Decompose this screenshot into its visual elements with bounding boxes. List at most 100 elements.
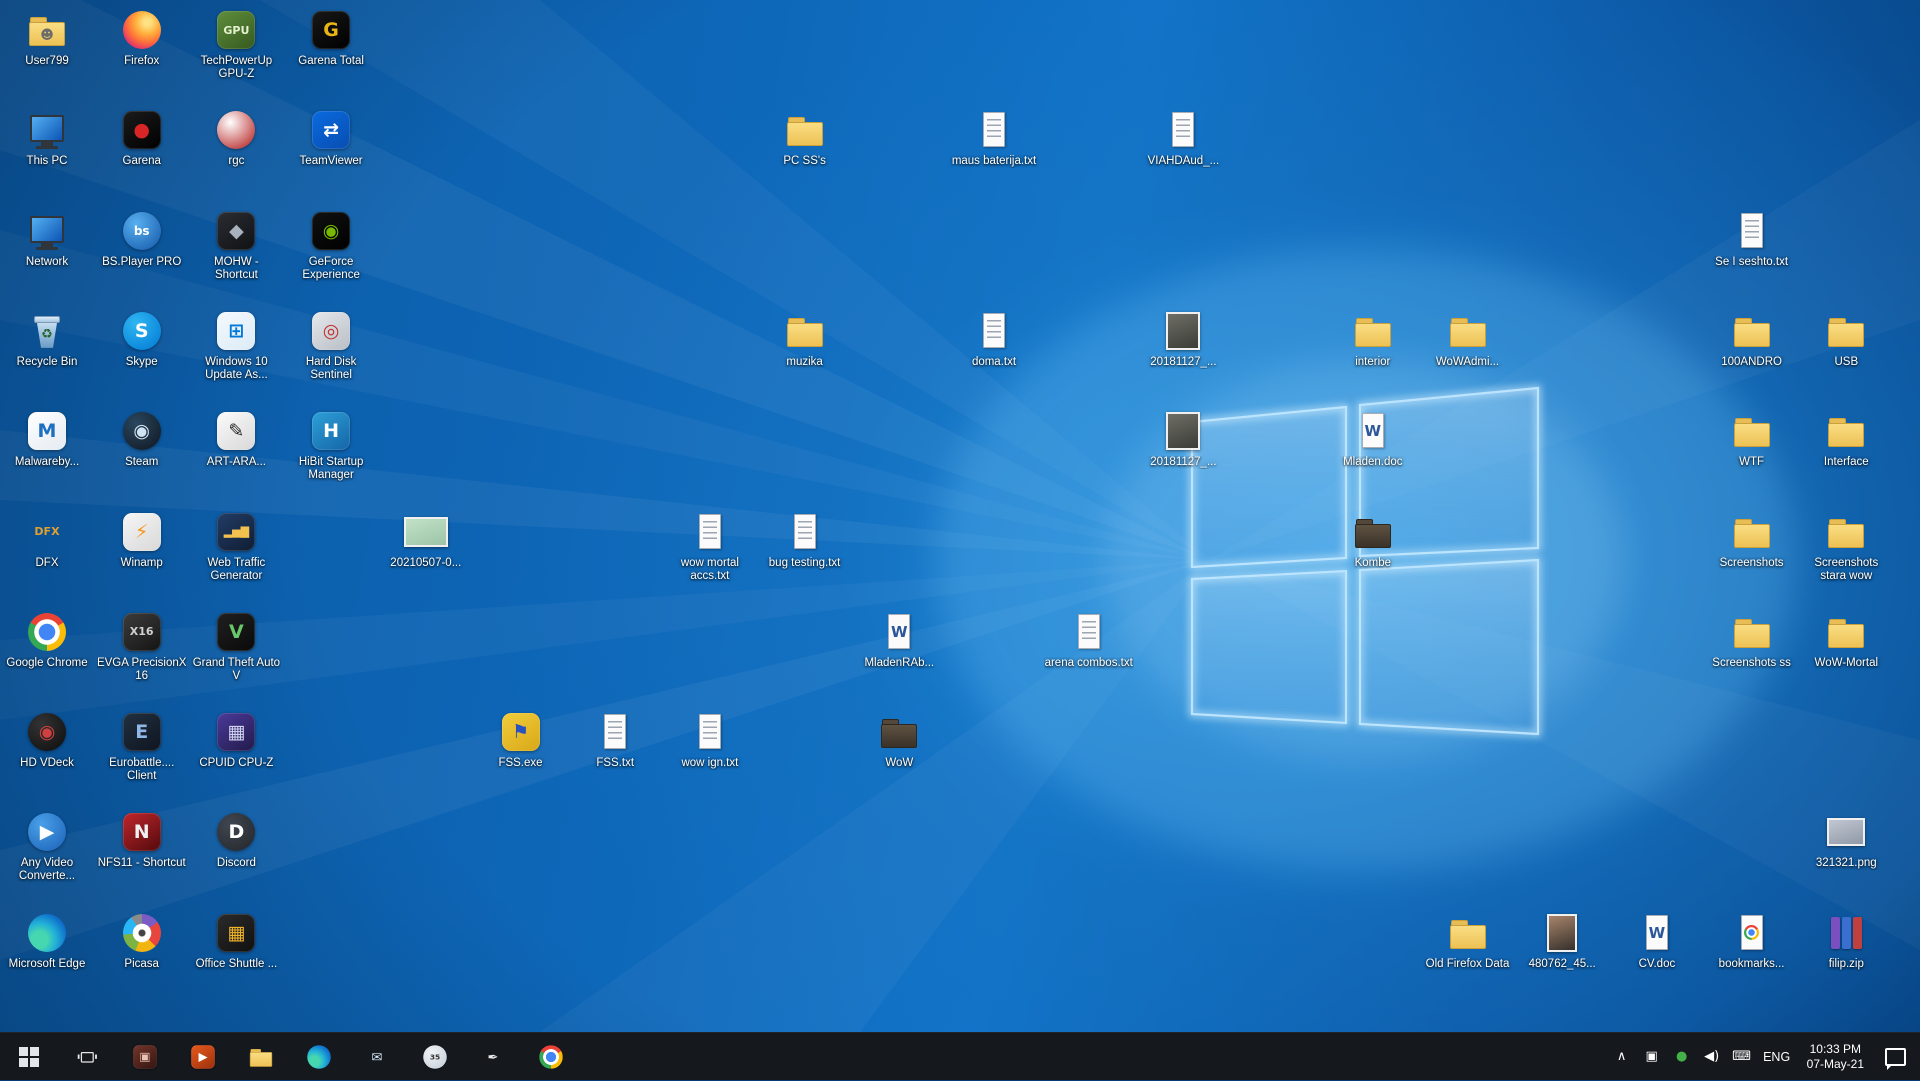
desktop-icon-muzika[interactable]: muzika xyxy=(760,309,850,369)
desktop-icon-skype[interactable]: SSkype xyxy=(97,309,187,369)
desktop-icon-teamviewer[interactable]: ⇄TeamViewer xyxy=(286,108,376,168)
taskbar-clock[interactable]: 10:33 PM 07-May-21 xyxy=(1797,1042,1874,1072)
desktop-icon-wtf[interactable]: WTF xyxy=(1707,409,1797,469)
desktop-icon-maus-baterija[interactable]: maus baterija.txt xyxy=(949,108,1039,168)
desktop-icon-fss-exe[interactable]: ⚑FSS.exe xyxy=(476,710,566,770)
file-explorer-button[interactable] xyxy=(232,1033,290,1080)
desktop-icon-geforce[interactable]: ◉GeForce Experience xyxy=(286,209,376,282)
desktop-icon-usb[interactable]: USB xyxy=(1801,309,1891,369)
desktop-icon-img-480762[interactable]: 480762_45... xyxy=(1517,911,1607,971)
desktop-icon-hibit[interactable]: HHiBit Startup Manager xyxy=(286,409,376,482)
desktop-icon-bsplayer[interactable]: bsBS.Player PRO xyxy=(97,209,187,269)
desktop-icon-img-20181127-2[interactable]: 20181127_... xyxy=(1138,409,1228,469)
desktop-icon-nfs11[interactable]: NNFS11 - Shortcut xyxy=(97,810,187,870)
desktop-icon-arena-combos[interactable]: arena combos.txt xyxy=(1044,610,1134,670)
hidden-icons-chevron[interactable]: ∧ xyxy=(1607,1033,1637,1081)
desktop-icon-label: muzika xyxy=(760,356,850,369)
desktop-icon-wowadmi[interactable]: WoWAdmi... xyxy=(1423,309,1513,369)
desktop-icon-network[interactable]: Network xyxy=(2,209,92,269)
desktop-icon-img-20210507[interactable]: 20210507-0... xyxy=(381,510,471,570)
desktop-icon-hd-vdeck[interactable]: ◉HD VDeck xyxy=(2,710,92,770)
desktop-icon-winamp[interactable]: ⚡Winamp xyxy=(97,510,187,570)
desktop-icon-img-321321[interactable]: 321321.png xyxy=(1801,810,1891,870)
desktop-icon-malwarebytes[interactable]: MMalwareby... xyxy=(2,409,92,469)
desktop-icon-garena[interactable]: ●Garena xyxy=(97,108,187,168)
desktop-icon-win10-update[interactable]: ⊞Windows 10 Update As... xyxy=(191,309,281,382)
desktop-icon-steam[interactable]: ◉Steam xyxy=(97,409,187,469)
desktop-icon-label: arena combos.txt xyxy=(1044,657,1134,670)
desktop-icon-screenshots-ss[interactable]: Screenshots ss xyxy=(1707,610,1797,670)
desktop-icon-google-chrome[interactable]: Google Chrome xyxy=(2,610,92,670)
desktop-icon-pc-ss[interactable]: PC SS's xyxy=(760,108,850,168)
desktop-icon-wow-mortal-folder[interactable]: WoW-Mortal xyxy=(1801,610,1891,670)
desktop-icon-any-video[interactable]: ▶Any Video Converte... xyxy=(2,810,92,883)
chrome-button[interactable] xyxy=(522,1033,580,1080)
desktop-icon-gta5[interactable]: VGrand Theft Auto V xyxy=(191,610,281,683)
action-center-button[interactable] xyxy=(1874,1033,1916,1081)
desktop-icon-mladenrab[interactable]: WMladenRAb... xyxy=(854,610,944,670)
desktop-icon-bug-testing[interactable]: bug testing.txt xyxy=(760,510,850,570)
volume-icon[interactable]: ◀) xyxy=(1697,1033,1727,1081)
edge-button[interactable] xyxy=(290,1033,348,1080)
system-tray: ∧▣●◀)⌨ ENG 10:33 PM 07-May-21 xyxy=(1607,1033,1920,1080)
desktop-icon-100andro[interactable]: 100ANDRO xyxy=(1707,309,1797,369)
desktop-icon-eurobattle[interactable]: EEurobattle.... Client xyxy=(97,710,187,783)
pinned-app-1[interactable]: ▣ xyxy=(116,1033,174,1080)
desktop-icon-user799[interactable]: ☻User799 xyxy=(2,8,92,68)
mladenrab-icon: W xyxy=(877,610,921,654)
desktop-icon-this-pc[interactable]: This PC xyxy=(2,108,92,168)
desktop-icon-mladen-doc[interactable]: WMladen.doc xyxy=(1328,409,1418,469)
bsplayer-icon: bs xyxy=(120,209,164,253)
desktop-icon-label: DFX xyxy=(2,557,92,570)
desktop-icon-cpu-z[interactable]: ▦CPUID CPU-Z xyxy=(191,710,281,770)
desktop-icon-se-i-seshto[interactable]: Se I seshto.txt xyxy=(1707,209,1797,269)
pinned-app-2[interactable]: ▶ xyxy=(174,1033,232,1080)
language-indicator[interactable]: ENG xyxy=(1757,1033,1797,1081)
desktop-icon-old-firefox-data[interactable]: Old Firefox Data xyxy=(1423,911,1513,971)
wow-folder-icon xyxy=(877,710,921,754)
desktop-icon-hd-sentinel[interactable]: ◎Hard Disk Sentinel xyxy=(286,309,376,382)
desktop-icon-dfx[interactable]: DFXDFX xyxy=(2,510,92,570)
desktop-icon-fss-txt[interactable]: FSS.txt xyxy=(570,710,660,770)
desktop-icon-interior[interactable]: interior xyxy=(1328,309,1418,369)
desktop-icon-doma[interactable]: doma.txt xyxy=(949,309,1039,369)
task-view-button[interactable] xyxy=(58,1033,116,1080)
wow-mortal-accs-icon xyxy=(688,510,732,554)
keyboard-icon[interactable]: ⌨ xyxy=(1727,1033,1757,1081)
pinned-app-pen[interactable]: ✒ xyxy=(464,1033,522,1080)
desktop-icon-discord[interactable]: DDiscord xyxy=(191,810,281,870)
pinned-app-35[interactable]: 35 xyxy=(406,1033,464,1080)
desktop-icon-recycle-bin[interactable]: ♻Recycle Bin xyxy=(2,309,92,369)
desktop-icon-cv-doc[interactable]: WCV.doc xyxy=(1612,911,1702,971)
desktop-icon-garena-total[interactable]: GGarena Total xyxy=(286,8,376,68)
security-icon[interactable]: ● xyxy=(1667,1033,1697,1081)
desktop-icon-web-traffic[interactable]: ▂▅▇Web Traffic Generator xyxy=(191,510,281,583)
desktop-icon-kombe[interactable]: Kombe xyxy=(1328,510,1418,570)
desktop-icon-wow-mortal-accs[interactable]: wow mortal accs.txt xyxy=(665,510,755,583)
desktop-icon-picasa[interactable]: Picasa xyxy=(97,911,187,971)
desktop-icon-viahdaud[interactable]: VIAHDAud_... xyxy=(1138,108,1228,168)
desktop-icon-screenshots[interactable]: Screenshots xyxy=(1707,510,1797,570)
desktop-icon-label: doma.txt xyxy=(949,356,1039,369)
desktop-icon-filip-zip[interactable]: filip.zip xyxy=(1801,911,1891,971)
desktop-icon-label: 20210507-0... xyxy=(381,557,471,570)
action-center-icon xyxy=(1885,1048,1906,1066)
desktop-icon-mohw[interactable]: ◆MOHW - Shortcut xyxy=(191,209,281,282)
desktop-icon-evga[interactable]: X16EVGA PrecisionX 16 xyxy=(97,610,187,683)
desktop-icon-interface[interactable]: Interface xyxy=(1801,409,1891,469)
desktop-icon-firefox[interactable]: Firefox xyxy=(97,8,187,68)
desktop-icon-wow-ign[interactable]: wow ign.txt xyxy=(665,710,755,770)
start-button[interactable] xyxy=(0,1033,58,1080)
desktop-icon-bookmarks[interactable]: bookmarks... xyxy=(1707,911,1797,971)
desktop-icon-art-ara[interactable]: ✎ART-ARA... xyxy=(191,409,281,469)
desktop-icon-ms-edge[interactable]: Microsoft Edge xyxy=(2,911,92,971)
network-icon[interactable]: ▣ xyxy=(1637,1033,1667,1081)
desktop-icon-label: CV.doc xyxy=(1612,958,1702,971)
desktop-icon-gpu-z[interactable]: GPUTechPowerUp GPU-Z xyxy=(191,8,281,81)
desktop-icon-img-20181127-1[interactable]: 20181127_... xyxy=(1138,309,1228,369)
mail-button[interactable]: ✉ xyxy=(348,1033,406,1080)
desktop-icon-office-shuttle[interactable]: ▦Office Shuttle ... xyxy=(191,911,281,971)
desktop-icon-wow-folder[interactable]: WoW xyxy=(854,710,944,770)
desktop-icon-screenshots-stara-wow[interactable]: Screenshots stara wow xyxy=(1801,510,1891,583)
desktop-icon-rgc[interactable]: rgc xyxy=(191,108,281,168)
